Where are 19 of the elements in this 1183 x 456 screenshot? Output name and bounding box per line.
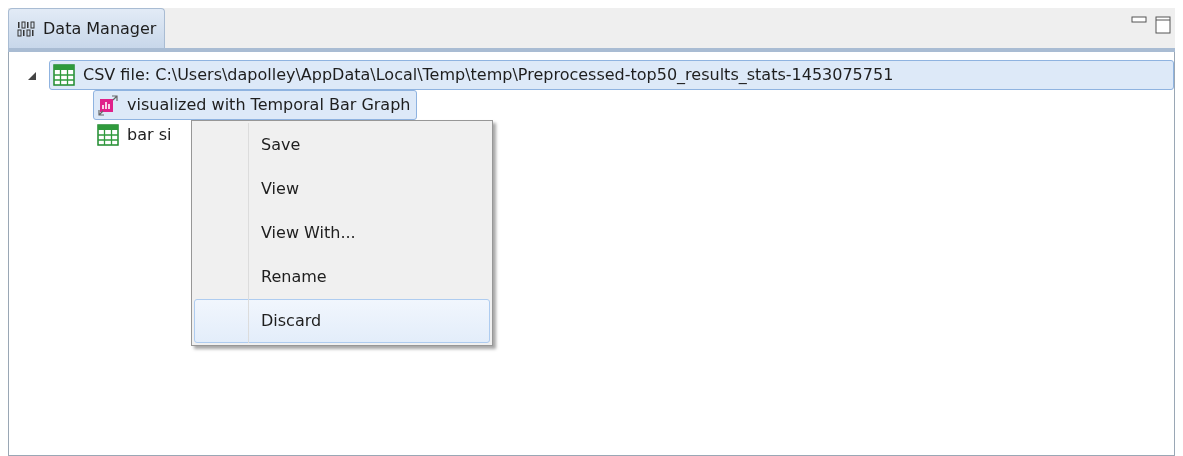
table-icon [53, 64, 75, 86]
item-label: bar si [127, 124, 172, 146]
binary-icon [17, 20, 35, 37]
view-tab[interactable]: Data Manager [8, 8, 166, 48]
menu-item[interactable]: Rename [194, 255, 490, 299]
collapse-icon[interactable] [27, 70, 37, 81]
chart-icon [97, 94, 119, 116]
item-label: visualized with Temporal Bar Graph [127, 94, 411, 116]
tree-item[interactable]: visualized with Temporal Bar Graph [93, 90, 418, 120]
menu-item[interactable]: View [194, 167, 490, 211]
minimize-icon[interactable] [1131, 16, 1147, 24]
menu-item[interactable]: Discard [194, 299, 490, 343]
table-icon [97, 124, 119, 146]
maximize-icon[interactable] [1155, 16, 1171, 34]
menu-item[interactable]: Save [194, 123, 490, 167]
tree-item[interactable]: bar si [93, 120, 179, 150]
tree-item[interactable]: CSV file: C:\Users\dapolley\AppData\Local\Temp\temp\Preprocessed-top50_results_stats-1453075751 [49, 60, 1174, 90]
menu-item[interactable]: View With... [194, 211, 490, 255]
item-label: CSV file: C:\Users\dapolley\AppData\Local\Temp\temp\Preprocessed-top50_results_stats-1453075751 [83, 64, 894, 86]
